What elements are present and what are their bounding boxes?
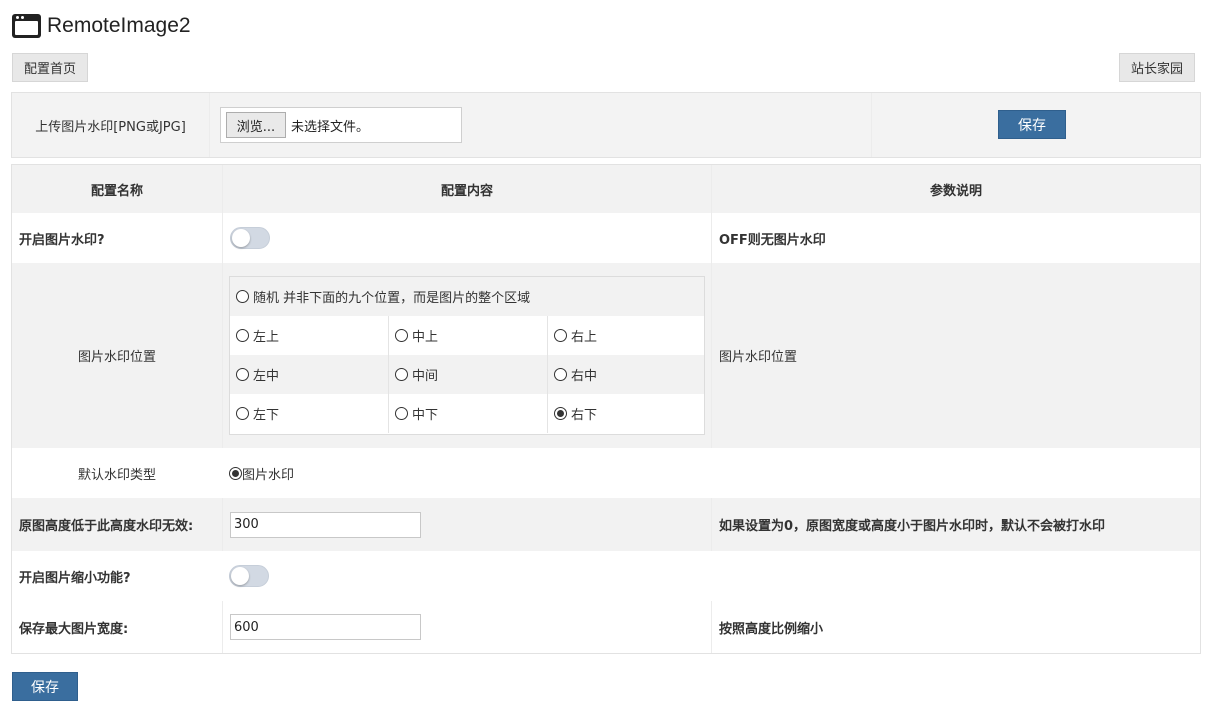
- position-mid-left-radio[interactable]: [236, 368, 249, 381]
- page-title: RemoteImage2: [47, 14, 191, 37]
- table-header-row: 配置名称 配置内容 参数说明: [12, 165, 1200, 213]
- position-bottom-left-label: 左下: [253, 408, 280, 423]
- position-random-row: 随机 并非下面的九个位置，而是图片的整个区域: [230, 277, 704, 316]
- table-row: 默认水印类型 图片水印: [12, 448, 1200, 498]
- enable-resize-label: 开启图片缩小功能?: [19, 570, 131, 586]
- position-mid-center-radio[interactable]: [395, 368, 408, 381]
- default-type-label: 默认水印类型: [77, 467, 156, 483]
- position-mid-right-label: 右中: [571, 369, 598, 384]
- config-home-button[interactable]: 配置首页: [12, 53, 88, 82]
- file-status-text: 未选择文件。: [291, 119, 370, 135]
- position-desc: 图片水印位置: [711, 263, 1200, 448]
- position-label: 图片水印位置: [77, 350, 156, 365]
- footer-save-button[interactable]: 保存: [12, 672, 78, 701]
- table-row: 原图高度低于此高度水印无效: 300 如果设置为0，原图宽度或高度小于图片水印时…: [12, 498, 1200, 551]
- position-bottom-left[interactable]: 左下: [230, 394, 388, 433]
- file-input[interactable]: 浏览... 未选择文件。: [220, 107, 462, 143]
- position-mid-center[interactable]: 中间: [388, 355, 547, 394]
- position-bottom-center-label: 中下: [412, 408, 439, 423]
- enable-watermark-toggle[interactable]: [230, 227, 270, 249]
- position-top-right-label: 右上: [571, 330, 598, 345]
- upload-save-button[interactable]: 保存: [998, 110, 1066, 139]
- table-row: 开启图片缩小功能?: [12, 551, 1200, 601]
- image-watermark-label: 图片水印: [242, 467, 295, 483]
- max-width-label: 保存最大图片宽度:: [19, 621, 129, 637]
- webmaster-home-button[interactable]: 站长家园: [1119, 53, 1195, 82]
- enable-watermark-label: 开启图片水印?: [19, 232, 105, 248]
- position-bottom-left-radio[interactable]: [236, 407, 249, 420]
- upload-label: 上传图片水印[PNG或JPG]: [12, 93, 210, 157]
- position-top-center-radio[interactable]: [395, 329, 408, 342]
- enable-watermark-cell: [222, 213, 711, 263]
- position-mid-left-label: 左中: [253, 369, 280, 384]
- min-height-desc: 如果设置为0，原图宽度或高度小于图片水印时，默认不会被打水印: [711, 498, 1200, 551]
- page-header: RemoteImage2: [12, 10, 191, 42]
- position-top-right[interactable]: 右上: [547, 316, 704, 355]
- position-row-middle: 左中 中间 右中: [230, 355, 704, 394]
- position-row-bottom: 左下 中下 右下: [230, 394, 704, 433]
- position-mid-center-label: 中间: [412, 369, 439, 384]
- position-mid-right-radio[interactable]: [554, 368, 567, 381]
- position-bottom-right-radio[interactable]: [554, 407, 567, 420]
- position-bottom-right[interactable]: 右下: [547, 394, 704, 433]
- image-watermark-radio[interactable]: [229, 466, 242, 480]
- position-random-label: 随机 并非下面的九个位置，而是图片的整个区域: [253, 291, 531, 306]
- table-row: 保存最大图片宽度: 600 按照高度比例缩小: [12, 601, 1200, 653]
- position-bottom-center[interactable]: 中下: [388, 394, 547, 433]
- config-table: 配置名称 配置内容 参数说明 开启图片水印? OFF则无图片水印 图片水印位置 …: [11, 164, 1201, 654]
- position-mid-left[interactable]: 左中: [230, 355, 388, 394]
- position-top-left[interactable]: 左上: [230, 316, 388, 355]
- app-window-icon: [12, 14, 41, 38]
- header-config-content: 配置内容: [222, 165, 711, 213]
- max-width-cell: 600: [222, 601, 711, 653]
- browse-button[interactable]: 浏览...: [226, 112, 286, 138]
- upload-watermark-panel: 上传图片水印[PNG或JPG] 浏览... 未选择文件。 保存: [11, 92, 1201, 158]
- position-top-left-radio[interactable]: [236, 329, 249, 342]
- max-width-desc: 按照高度比例缩小: [711, 601, 1200, 653]
- header-config-name: 配置名称: [90, 183, 143, 199]
- position-random-radio[interactable]: [236, 290, 249, 303]
- position-top-center[interactable]: 中上: [388, 316, 547, 355]
- position-row-top: 左上 中上 右上: [230, 316, 704, 355]
- min-height-label: 原图高度低于此高度水印无效:: [19, 519, 194, 534]
- min-height-input[interactable]: 300: [230, 511, 421, 538]
- position-top-center-label: 中上: [412, 330, 439, 345]
- min-height-cell: 300: [222, 498, 711, 551]
- enable-watermark-desc: OFF则无图片水印: [711, 213, 1200, 263]
- default-type-cell: 图片水印: [222, 448, 294, 498]
- enable-resize-cell: [222, 551, 269, 601]
- position-bottom-right-label: 右下: [571, 408, 598, 423]
- position-random-cell: 随机 并非下面的九个位置，而是图片的整个区域: [230, 277, 704, 316]
- max-width-input[interactable]: 600: [230, 614, 421, 640]
- table-row: 开启图片水印? OFF则无图片水印: [12, 213, 1200, 263]
- position-bottom-center-radio[interactable]: [395, 407, 408, 420]
- watermark-position-grid: 随机 并非下面的九个位置，而是图片的整个区域 左上 中上 右上 左中 中间 右中…: [229, 276, 705, 435]
- position-top-left-label: 左上: [253, 330, 280, 345]
- enable-resize-toggle[interactable]: [229, 565, 269, 587]
- position-top-right-radio[interactable]: [554, 329, 567, 342]
- position-mid-right[interactable]: 右中: [547, 355, 704, 394]
- header-param-desc: 参数说明: [711, 165, 1200, 213]
